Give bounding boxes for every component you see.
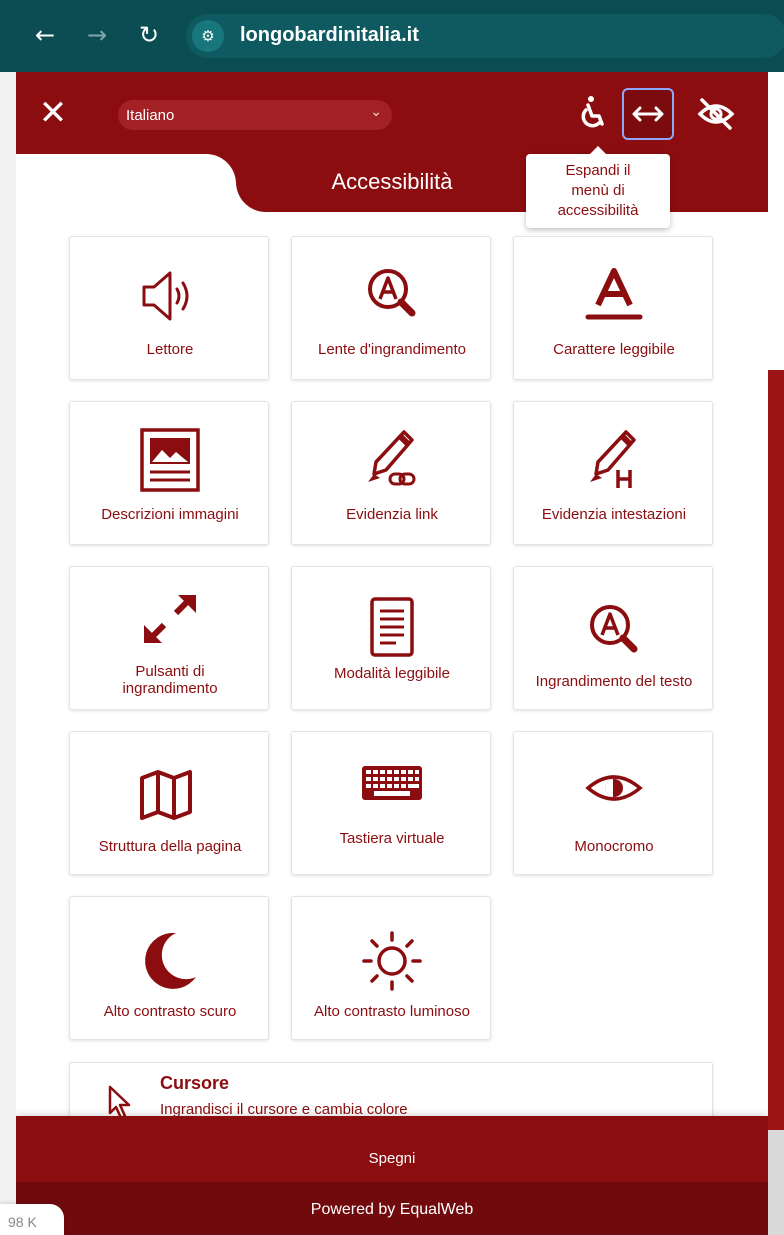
tile-alto-contrasto-scuro[interactable]: Alto contrasto scuro [69,896,269,1040]
expand-tooltip: Espandi il menù di accessibilità [526,146,670,228]
accessibility-panel: ✕ Italiano ⌄ Accessibilità Espandi il me… [16,72,768,1235]
tooltip-line: accessibilità [557,202,639,219]
browser-toolbar: ← → ↻ ⚙ longobardinitalia.it [0,0,784,72]
tile-ingrandimento-testo[interactable]: Ingrandimento del testo [513,566,713,710]
tile-label: Evidenzia intestazioni [541,506,687,523]
panel-title-tab: Accessibilità [206,154,768,212]
tile-label: Struttura della pagina [98,838,242,855]
magnifier-a-icon [368,269,416,317]
site-settings-icon[interactable]: ⚙ [192,20,224,52]
tile-lettore[interactable]: Lettore [69,236,269,380]
tile-label: Monocromo [574,838,654,855]
tile-label: Alto contrasto luminoso [314,1003,470,1020]
tile-label: Ingrandimento del testo [535,673,693,690]
tile-label: Modalità leggibile [334,665,450,682]
document-icon [370,597,414,657]
tile-modalita-leggibile[interactable]: Modalità leggibile [291,566,491,710]
panel-title: Accessibilità [331,169,453,194]
tile-evidenzia-intestazioni[interactable]: Evidenzia intestazioni [513,401,713,545]
page-background-red [768,370,784,1130]
tile-label: Carattere leggibile [553,341,675,358]
chevron-down-icon: ⌄ [370,104,382,120]
expand-menu-button[interactable] [622,88,674,140]
tile-label: Tastiera virtuale [339,830,445,847]
tile-monocromo[interactable]: Monocromo [513,731,713,875]
magnifier-a-icon [590,605,638,653]
close-icon[interactable]: ✕ [36,96,70,130]
tile-alto-contrasto-luminoso[interactable]: Alto contrasto luminoso [291,896,491,1040]
tile-label: Pulsanti di ingrandimento [122,663,218,697]
tile-lente[interactable]: Lente d'ingrandimento [291,236,491,380]
corner-widget[interactable]: 98 K [0,1204,64,1235]
double-arrow-icon [632,106,664,122]
sun-icon [362,931,422,991]
hide-eye-icon[interactable] [690,88,742,140]
forward-arrow-icon[interactable]: → [82,20,112,50]
tile-label: Lente d'ingrandimento [318,341,466,358]
panel-header: ✕ Italiano ⌄ [16,72,768,154]
tile-pulsanti-ingrandimento[interactable]: Pulsanti di ingrandimento [69,566,269,710]
highlighter-link-icon [368,430,416,486]
language-select[interactable]: Italiano ⌄ [118,100,392,130]
back-arrow-icon[interactable]: ← [30,20,60,50]
moon-icon [145,932,196,989]
letter-a-icon [585,268,643,320]
tooltip-line: menù di [571,182,625,199]
tile-struttura-pagina[interactable]: Struttura della pagina [69,731,269,875]
tile-evidenzia-link[interactable]: Evidenzia link [291,401,491,545]
tile-carattere[interactable]: Carattere leggibile [513,236,713,380]
speaker-icon [142,271,189,321]
page-background-gray [768,1130,784,1235]
language-value: Italiano [126,107,175,124]
tile-descrizioni[interactable]: Descrizioni immagini [69,401,269,545]
image-description-icon [140,428,200,492]
highlighter-h-icon [590,430,636,488]
accessibility-person-icon[interactable] [566,88,618,140]
map-icon [140,770,192,820]
reload-icon[interactable]: ↻ [134,20,164,50]
cursor-title: Cursore [160,1073,230,1093]
expand-arrows-icon [144,595,196,643]
eye-icon [585,775,643,801]
tile-label: Lettore [146,341,194,358]
tile-label: Evidenzia link [346,506,438,523]
powered-by-link[interactable]: Powered by EqualWeb [16,1182,768,1235]
turn-off-button[interactable]: Spegni [16,1116,768,1182]
url-text[interactable]: longobardinitalia.it [240,24,419,47]
tile-label: Descrizioni immagini [101,506,239,523]
keyboard-icon [362,766,422,800]
tile-label: Alto contrasto scuro [103,1003,237,1020]
tile-tastiera-virtuale[interactable]: Tastiera virtuale [291,731,491,875]
tooltip-line: Espandi il [565,162,631,179]
